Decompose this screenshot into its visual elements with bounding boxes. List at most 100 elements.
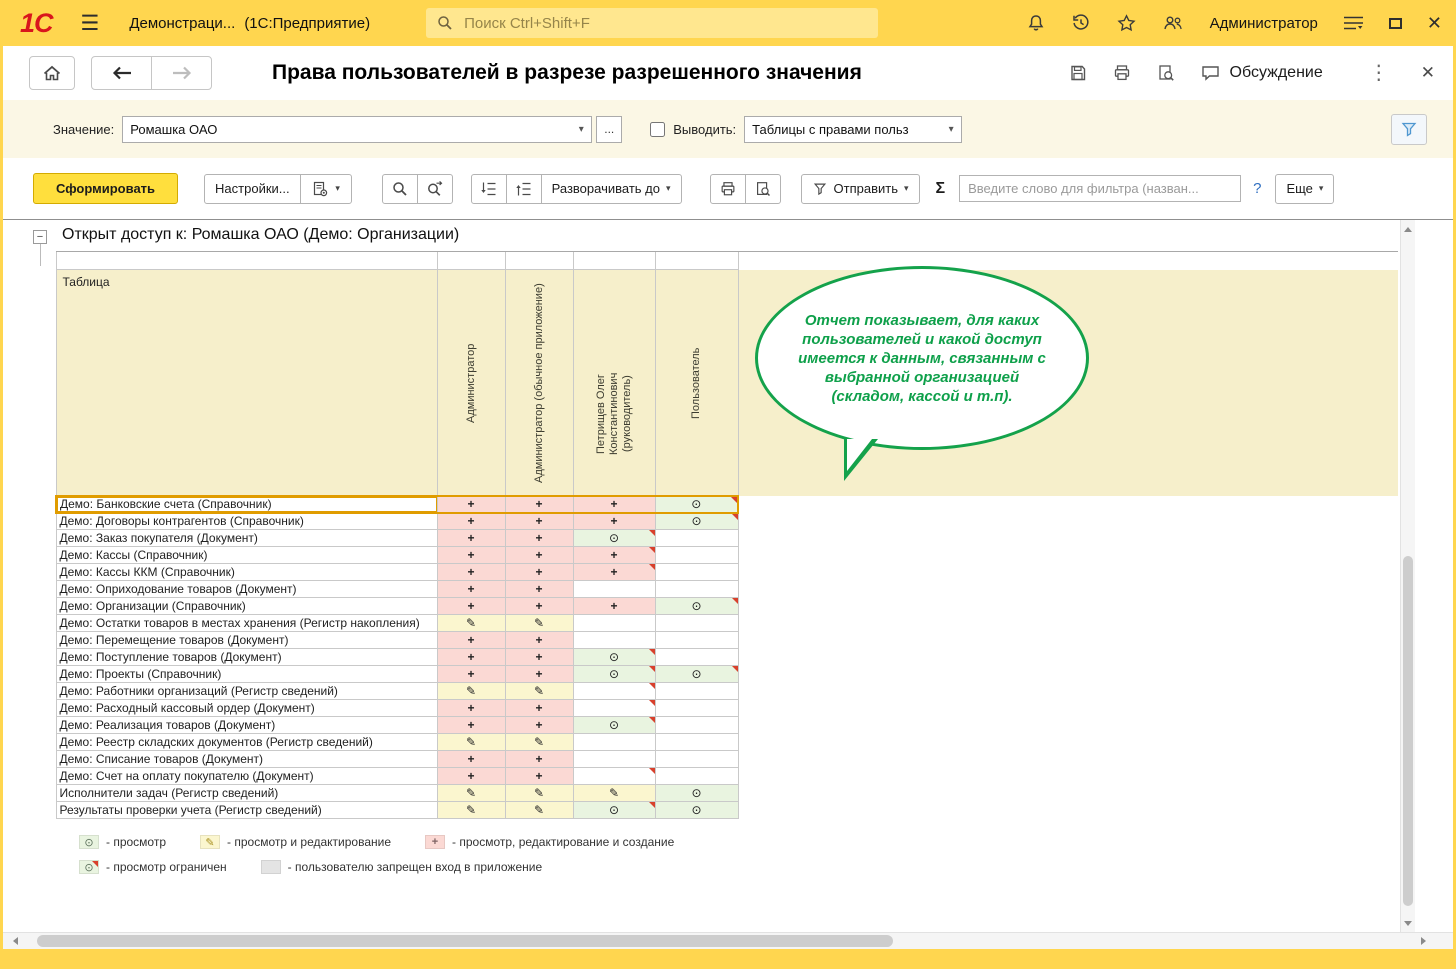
- access-cell[interactable]: ⊙: [573, 802, 655, 819]
- access-cell[interactable]: +: [437, 666, 505, 683]
- access-cell[interactable]: ✎: [437, 683, 505, 700]
- access-cell[interactable]: +: [437, 751, 505, 768]
- access-cell[interactable]: ✎: [505, 683, 573, 700]
- access-cell[interactable]: [655, 700, 738, 717]
- access-cell[interactable]: ✎: [437, 734, 505, 751]
- access-cell[interactable]: ✎: [437, 802, 505, 819]
- row-label[interactable]: Демо: Работники организаций (Регистр све…: [56, 683, 437, 700]
- row-label[interactable]: Исполнители задач (Регистр сведений): [56, 785, 437, 802]
- access-cell[interactable]: ⊙: [655, 496, 738, 513]
- access-cell[interactable]: +: [437, 513, 505, 530]
- filter-settings-button[interactable]: [1391, 114, 1427, 145]
- find-next-button[interactable]: [417, 174, 453, 204]
- output-dropdown-icon[interactable]: ▾: [941, 124, 961, 135]
- access-cell[interactable]: +: [505, 530, 573, 547]
- access-cell[interactable]: [655, 564, 738, 581]
- access-cell[interactable]: +: [573, 564, 655, 581]
- access-cell[interactable]: [573, 768, 655, 785]
- scroll-up-arrow[interactable]: [1401, 222, 1415, 236]
- table-row[interactable]: Демо: Заказ покупателя (Документ)++⊙: [56, 530, 1398, 547]
- access-cell[interactable]: +: [505, 717, 573, 734]
- quick-filter-input[interactable]: [959, 175, 1241, 202]
- row-label[interactable]: Демо: Реализация товаров (Документ): [56, 717, 437, 734]
- access-cell[interactable]: [655, 683, 738, 700]
- access-cell[interactable]: ✎: [505, 802, 573, 819]
- access-cell[interactable]: +: [437, 564, 505, 581]
- access-cell[interactable]: [573, 700, 655, 717]
- access-cell[interactable]: [655, 768, 738, 785]
- horizontal-scroll-thumb[interactable]: [37, 935, 893, 947]
- table-row[interactable]: Демо: Договоры контрагентов (Справочник)…: [56, 513, 1398, 530]
- totals-sigma-button[interactable]: Σ: [932, 174, 950, 204]
- access-cell[interactable]: [655, 649, 738, 666]
- access-cell[interactable]: [655, 734, 738, 751]
- print-preview-icon[interactable]: [1156, 63, 1176, 83]
- access-cell[interactable]: +: [505, 513, 573, 530]
- access-cell[interactable]: +: [505, 632, 573, 649]
- more-button[interactable]: Еще ▾: [1275, 174, 1334, 204]
- close-report-button[interactable]: ✕: [1421, 63, 1435, 83]
- access-cell[interactable]: ✎: [573, 785, 655, 802]
- row-label[interactable]: Демо: Списание товаров (Документ): [56, 751, 437, 768]
- row-label[interactable]: Демо: Договоры контрагентов (Справочник): [56, 513, 437, 530]
- group-collapse-button[interactable]: −: [33, 230, 47, 244]
- table-row[interactable]: Демо: Банковские счета (Справочник)+++⊙: [56, 496, 1398, 513]
- service-settings-icon[interactable]: [1343, 15, 1364, 31]
- column-header-user[interactable]: Администратор (обычное приложение): [505, 270, 573, 496]
- access-cell[interactable]: +: [505, 649, 573, 666]
- access-cell[interactable]: ⊙: [573, 649, 655, 666]
- vertical-scrollbar[interactable]: [1400, 220, 1415, 932]
- find-button[interactable]: [382, 174, 418, 204]
- table-row[interactable]: Демо: Реестр складских документов (Регис…: [56, 734, 1398, 751]
- access-cell[interactable]: [655, 547, 738, 564]
- row-label[interactable]: Результаты проверки учета (Регистр сведе…: [56, 802, 437, 819]
- scroll-right-arrow[interactable]: [1415, 933, 1431, 949]
- table-row[interactable]: Демо: Кассы ККМ (Справочник)+++: [56, 564, 1398, 581]
- access-cell[interactable]: +: [437, 530, 505, 547]
- row-label[interactable]: Демо: Счет на оплату покупателю (Докумен…: [56, 768, 437, 785]
- table-row[interactable]: Демо: Проекты (Справочник)++⊙⊙: [56, 666, 1398, 683]
- print-preview-button[interactable]: [745, 174, 781, 204]
- output-select[interactable]: Таблицы с правами польз ▾: [744, 116, 962, 143]
- value-dropdown-icon[interactable]: ▾: [571, 124, 591, 135]
- access-cell[interactable]: +: [505, 666, 573, 683]
- access-cell[interactable]: +: [437, 717, 505, 734]
- access-cell[interactable]: ⊙: [655, 802, 738, 819]
- report-variants-button[interactable]: ▾: [300, 174, 352, 204]
- scroll-left-arrow[interactable]: [7, 933, 23, 949]
- access-cell[interactable]: +: [505, 751, 573, 768]
- access-cell[interactable]: [655, 751, 738, 768]
- row-label[interactable]: Демо: Заказ покупателя (Документ): [56, 530, 437, 547]
- access-cell[interactable]: [573, 683, 655, 700]
- access-cell[interactable]: +: [437, 649, 505, 666]
- access-cell[interactable]: ✎: [505, 734, 573, 751]
- column-header-user[interactable]: Администратор: [437, 270, 505, 496]
- expand-groups-button[interactable]: [471, 174, 507, 204]
- access-cell[interactable]: ⊙: [655, 785, 738, 802]
- output-checkbox[interactable]: [650, 122, 665, 137]
- access-cell[interactable]: +: [505, 547, 573, 564]
- access-cell[interactable]: +: [573, 547, 655, 564]
- settings-button[interactable]: Настройки...: [204, 174, 301, 204]
- table-row[interactable]: Демо: Счет на оплату покупателю (Докумен…: [56, 768, 1398, 785]
- access-cell[interactable]: ⊙: [573, 666, 655, 683]
- access-cell[interactable]: +: [505, 768, 573, 785]
- access-cell[interactable]: +: [437, 598, 505, 615]
- users-icon[interactable]: [1162, 13, 1185, 33]
- column-header-table[interactable]: Таблица: [56, 270, 437, 496]
- access-cell[interactable]: +: [437, 581, 505, 598]
- generate-button[interactable]: Сформировать: [33, 173, 178, 204]
- access-cell[interactable]: ✎: [437, 785, 505, 802]
- access-cell[interactable]: [573, 615, 655, 632]
- access-cell[interactable]: [655, 717, 738, 734]
- notifications-bell-icon[interactable]: [1026, 13, 1046, 34]
- row-label[interactable]: Демо: Проекты (Справочник): [56, 666, 437, 683]
- column-header-user[interactable]: Петрищев Олег Константинович (руководите…: [573, 270, 655, 496]
- access-cell[interactable]: +: [505, 598, 573, 615]
- access-cell[interactable]: +: [437, 700, 505, 717]
- access-cell[interactable]: +: [573, 598, 655, 615]
- access-cell[interactable]: +: [505, 700, 573, 717]
- row-label[interactable]: Демо: Остатки товаров в местах хранения …: [56, 615, 437, 632]
- forward-button[interactable]: [151, 56, 212, 90]
- table-row[interactable]: Демо: Организации (Справочник)+++⊙: [56, 598, 1398, 615]
